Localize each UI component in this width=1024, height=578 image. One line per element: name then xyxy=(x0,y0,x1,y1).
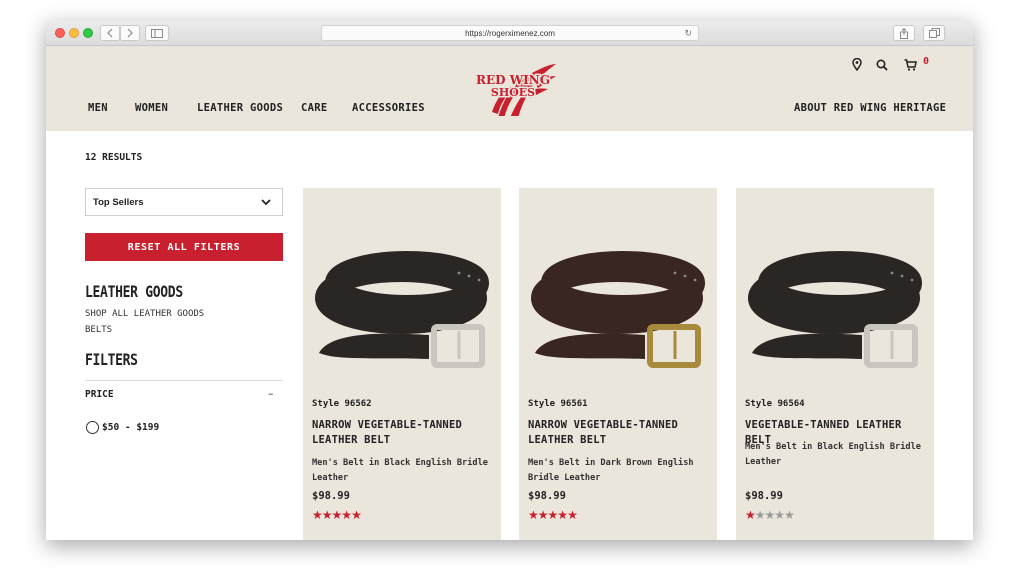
share-button[interactable] xyxy=(893,25,915,41)
browser-window: https://rogerximenez.com ↻ MEN WOMEN LEA… xyxy=(46,20,973,540)
collapse-icon[interactable]: – xyxy=(268,387,274,400)
chevron-down-icon xyxy=(261,199,271,206)
star-filled-icon: ★ xyxy=(567,508,578,522)
main-content: 12 RESULTS Top Sellers RESET ALL FILTERS… xyxy=(46,131,973,540)
red-wing-logo[interactable]: RED WING RED WING SHOES SHOES xyxy=(464,56,564,118)
product-rating: ★★★★★ xyxy=(312,508,362,522)
share-icon xyxy=(900,27,908,39)
product-description: Men's Belt in Black English Bridle Leath… xyxy=(745,442,921,467)
category-link-shop-all[interactable]: SHOP ALL LEATHER GOODS xyxy=(85,309,204,319)
price-range-label[interactable]: $50 - $199 xyxy=(102,422,159,433)
product-price: $98.99 xyxy=(312,490,350,502)
store-locator-icon[interactable] xyxy=(852,56,862,75)
nav-leather-goods[interactable]: LEATHER GOODS xyxy=(197,102,283,114)
reload-icon[interactable]: ↻ xyxy=(684,28,692,39)
star-empty-icon: ★ xyxy=(784,508,795,522)
product-card[interactable]: Style 96562 NARROW VEGETABLE-TANNED LEAT… xyxy=(303,188,501,540)
tabs-overview-button[interactable] xyxy=(923,25,945,41)
logo-text-red-wing: RED WING xyxy=(476,73,550,87)
cart-icon[interactable] xyxy=(904,56,917,75)
price-filter-label[interactable]: PRICE xyxy=(85,389,114,400)
results-count: 12 RESULTS xyxy=(85,152,143,163)
nav-men[interactable]: MEN xyxy=(88,102,108,114)
nav-women[interactable]: WOMEN xyxy=(135,102,168,114)
star-filled-icon: ★ xyxy=(745,508,756,522)
belt-product-image[interactable] xyxy=(309,243,495,383)
site-header: MEN WOMEN LEATHER GOODS CARE ACCESSORIES… xyxy=(46,46,973,131)
product-description: Men's Belt in Black English Bridle Leath… xyxy=(312,458,488,483)
star-empty-icon: ★ xyxy=(754,508,766,522)
product-price: $98.99 xyxy=(745,490,783,502)
nav-about-heritage[interactable]: ABOUT RED WING HERITAGE xyxy=(794,102,946,114)
sidebar-toggle-button[interactable] xyxy=(145,25,169,41)
filters-divider xyxy=(85,380,283,381)
product-style-number: Style 96561 xyxy=(528,399,588,409)
url-text: https://rogerximenez.com xyxy=(465,28,555,38)
sort-selected-value: Top Sellers xyxy=(93,196,144,208)
product-title[interactable]: NARROW VEGETABLE-TANNED LEATHER BELT xyxy=(528,418,708,448)
forward-button[interactable] xyxy=(120,25,140,41)
star-empty-icon: ★ xyxy=(774,508,785,522)
category-link-belts[interactable]: BELTS xyxy=(85,325,112,335)
star-empty-icon: ★ xyxy=(764,508,776,522)
reset-filters-button[interactable]: RESET ALL FILTERS xyxy=(85,233,283,261)
maximize-window-button[interactable] xyxy=(83,28,93,38)
price-range-radio[interactable] xyxy=(86,421,99,434)
product-price: $98.99 xyxy=(528,490,566,502)
product-rating: ★★★★★ xyxy=(528,508,578,522)
star-filled-icon: ★ xyxy=(547,508,559,522)
chevron-left-icon xyxy=(107,28,113,38)
address-bar[interactable]: https://rogerximenez.com ↻ xyxy=(321,25,699,41)
red-wing-logo-icon: RED WING RED WING SHOES SHOES xyxy=(474,64,556,118)
cart-count-badge[interactable]: 0 xyxy=(923,56,929,67)
sidebar-icon xyxy=(151,28,163,38)
belt-product-image[interactable] xyxy=(742,243,928,383)
nav-care[interactable]: CARE xyxy=(301,102,328,114)
logo-text-shoes: SHOES xyxy=(491,86,535,99)
tabs-icon xyxy=(928,28,940,38)
sort-dropdown[interactable]: Top Sellers xyxy=(85,188,283,216)
search-icon[interactable] xyxy=(876,56,888,75)
product-title[interactable]: NARROW VEGETABLE-TANNED LEATHER BELT xyxy=(312,418,492,448)
product-card[interactable]: Style 96564 VEGETABLE-TANNED LEATHER BEL… xyxy=(736,188,934,540)
nav-accessories[interactable]: ACCESSORIES xyxy=(352,102,425,114)
product-style-number: Style 96564 xyxy=(745,399,805,409)
product-card[interactable]: Style 96561 NARROW VEGETABLE-TANNED LEAT… xyxy=(519,188,717,540)
star-filled-icon: ★ xyxy=(351,508,362,522)
close-window-button[interactable] xyxy=(55,28,65,38)
star-filled-icon: ★ xyxy=(557,508,568,522)
browser-toolbar: https://rogerximenez.com ↻ xyxy=(46,20,973,46)
chevron-right-icon xyxy=(127,28,133,38)
star-filled-icon: ★ xyxy=(341,508,352,522)
category-heading: LEATHER GOODS xyxy=(85,283,183,302)
product-rating: ★★★★★ xyxy=(745,508,795,522)
star-filled-icon: ★ xyxy=(528,508,539,522)
star-filled-icon: ★ xyxy=(331,508,343,522)
star-filled-icon: ★ xyxy=(321,508,333,522)
minimize-window-button[interactable] xyxy=(69,28,79,38)
product-style-number: Style 96562 xyxy=(312,399,372,409)
star-filled-icon: ★ xyxy=(312,508,323,522)
belt-product-image[interactable] xyxy=(525,243,711,383)
back-button[interactable] xyxy=(100,25,120,41)
filters-heading: FILTERS xyxy=(85,351,138,370)
product-description: Men's Belt in Dark Brown English Bridle … xyxy=(528,458,694,483)
star-filled-icon: ★ xyxy=(537,508,549,522)
